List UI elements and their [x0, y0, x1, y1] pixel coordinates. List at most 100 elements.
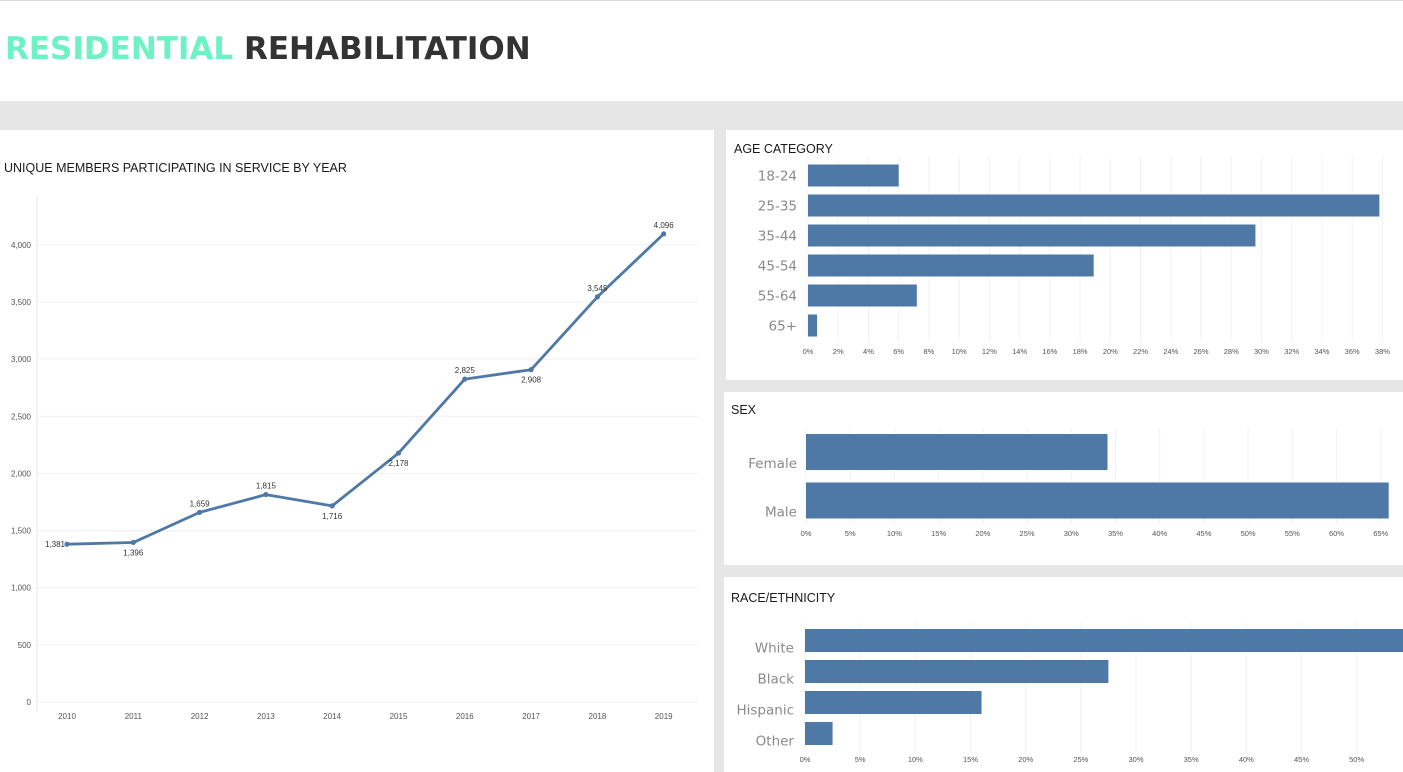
bar — [808, 314, 818, 337]
y-tick-label: 0 — [27, 698, 32, 707]
bar — [808, 164, 899, 187]
x-tick-label: 2012 — [191, 712, 209, 721]
category-label: Other — [756, 734, 795, 750]
x-tick-label: 10% — [908, 755, 923, 764]
data-point — [263, 491, 269, 498]
y-tick-label: 3,000 — [11, 355, 32, 364]
x-tick-label: 22% — [1133, 347, 1148, 356]
bar — [808, 194, 1380, 217]
x-tick-label: 30% — [1254, 347, 1269, 356]
data-point — [329, 503, 335, 509]
title-accent-word: RESIDENTIAL — [5, 31, 234, 67]
bar — [808, 284, 917, 307]
category-label: Male — [765, 505, 797, 521]
age-category-chart: 18-24 25-35 35-44 45-54 55-64 65+ 0% 2% 4% 6% 8% 10… — [758, 156, 1390, 356]
x-tick-label: 18% — [1073, 347, 1088, 356]
x-tick-label: 14% — [1012, 347, 1027, 356]
x-tick-label: 2015 — [390, 712, 408, 721]
race-ethnicity-panel: RACE/ETHNICITY White Black Hispanic Other 0%… — [724, 577, 1403, 772]
data-point — [528, 367, 534, 373]
dashboard-header: RESIDENTIAL REHABILITATION — [0, 0, 1403, 101]
bar — [805, 691, 982, 714]
bar — [805, 660, 1109, 683]
x-tick-label: 20% — [1103, 347, 1118, 356]
y-tick-label: 1,000 — [11, 584, 32, 593]
members-series-line — [65, 232, 666, 546]
x-tick-label: 20% — [975, 529, 990, 538]
data-label: 2,825 — [455, 366, 476, 375]
x-tick-label: 25% — [1073, 755, 1088, 764]
x-tick-label: 5% — [855, 755, 866, 764]
x-tick-label: 32% — [1284, 347, 1299, 356]
y-tick-label: 3,500 — [11, 298, 32, 307]
x-tick-label: 2010 — [58, 712, 76, 721]
x-tick-label: 40% — [1239, 755, 1254, 764]
x-tick-label: 0% — [801, 529, 812, 538]
category-label: Black — [757, 672, 794, 688]
data-label: 2,908 — [521, 376, 542, 385]
bar — [808, 254, 1094, 277]
age-category-panel: AGE CATEGORY 18-24 25-35 35-44 45-54 55-64 65… — [726, 130, 1403, 380]
data-label: 4,096 — [654, 221, 675, 230]
dashboard-title: RESIDENTIAL REHABILITATION — [5, 31, 531, 67]
x-tick-label: 28% — [1224, 347, 1239, 356]
x-tick-label: 2018 — [589, 712, 607, 721]
category-label: White — [755, 641, 794, 657]
members-by-year-panel: UNIQUE MEMBERS PARTICIPATING IN SERVICE … — [0, 130, 714, 772]
y-tick-label: 500 — [18, 641, 32, 650]
data-label: 1,716 — [322, 512, 343, 521]
title-main-word: REHABILITATION — [243, 31, 531, 67]
x-tick-label: 25% — [1020, 529, 1035, 538]
x-tick-label: 5% — [845, 529, 856, 538]
data-point — [661, 231, 667, 237]
data-label: 3,545 — [587, 284, 608, 293]
data-label: 1,659 — [190, 499, 211, 508]
x-tick-label: 2011 — [125, 712, 143, 721]
bar — [808, 224, 1256, 247]
x-tick-label: 12% — [982, 347, 997, 356]
x-tick-label: 26% — [1194, 347, 1209, 356]
x-tick-label: 2017 — [522, 712, 540, 721]
x-tick-label: 40% — [1152, 529, 1167, 538]
race-ethnicity-chart: White Black Hispanic Other 0% 5% 10% 15% 20% 25% 3… — [736, 622, 1403, 764]
x-tick-label: 50% — [1241, 529, 1256, 538]
category-label: 35-44 — [758, 229, 797, 245]
data-label: 1,396 — [123, 548, 144, 557]
x-tick-label: 10% — [887, 529, 902, 538]
x-tick-label: 30% — [1064, 529, 1079, 538]
x-tick-label: 4% — [863, 347, 874, 356]
bar — [805, 629, 1403, 652]
data-label: 1,815 — [256, 482, 277, 491]
data-point — [462, 376, 468, 382]
category-label: 55-64 — [758, 289, 797, 305]
data-label: 1,381 — [45, 540, 66, 549]
bar — [806, 482, 1389, 519]
x-tick-label: 0% — [803, 347, 814, 356]
category-label: Hispanic — [736, 703, 794, 719]
x-tick-label: 34% — [1314, 347, 1329, 356]
x-tick-label: 35% — [1184, 755, 1199, 764]
data-point — [64, 541, 70, 547]
category-label: 18-24 — [758, 169, 797, 185]
sex-panel: SEX Female Male 0% 5% 10% 15% 20% 25% 30% 35% 40% 4… — [724, 392, 1403, 565]
x-tick-label: 36% — [1345, 347, 1360, 356]
y-tick-label: 2,000 — [11, 469, 32, 478]
data-point — [130, 539, 136, 546]
x-tick-label: 20% — [1018, 755, 1033, 764]
data-label: 2,178 — [388, 459, 409, 468]
data-point — [197, 509, 203, 515]
x-tick-label: 65% — [1373, 529, 1388, 538]
x-tick-label: 6% — [893, 347, 904, 356]
x-tick-label: 8% — [924, 347, 935, 356]
members-by-year-chart: 0 500 1,000 1,500 2,000 2,500 3,000 3,500 4,000 2… — [11, 196, 698, 721]
x-tick-label: 2016 — [456, 712, 474, 721]
x-tick-label: 16% — [1042, 347, 1057, 356]
x-tick-label: 50% — [1349, 755, 1364, 764]
x-tick-label: 2014 — [323, 712, 341, 721]
category-label: 65+ — [769, 319, 798, 335]
x-tick-label: 35% — [1108, 529, 1123, 538]
x-tick-label: 15% — [963, 755, 978, 764]
x-tick-label: 0% — [800, 755, 811, 764]
x-tick-label: 55% — [1285, 529, 1300, 538]
x-tick-label: 24% — [1163, 347, 1178, 356]
